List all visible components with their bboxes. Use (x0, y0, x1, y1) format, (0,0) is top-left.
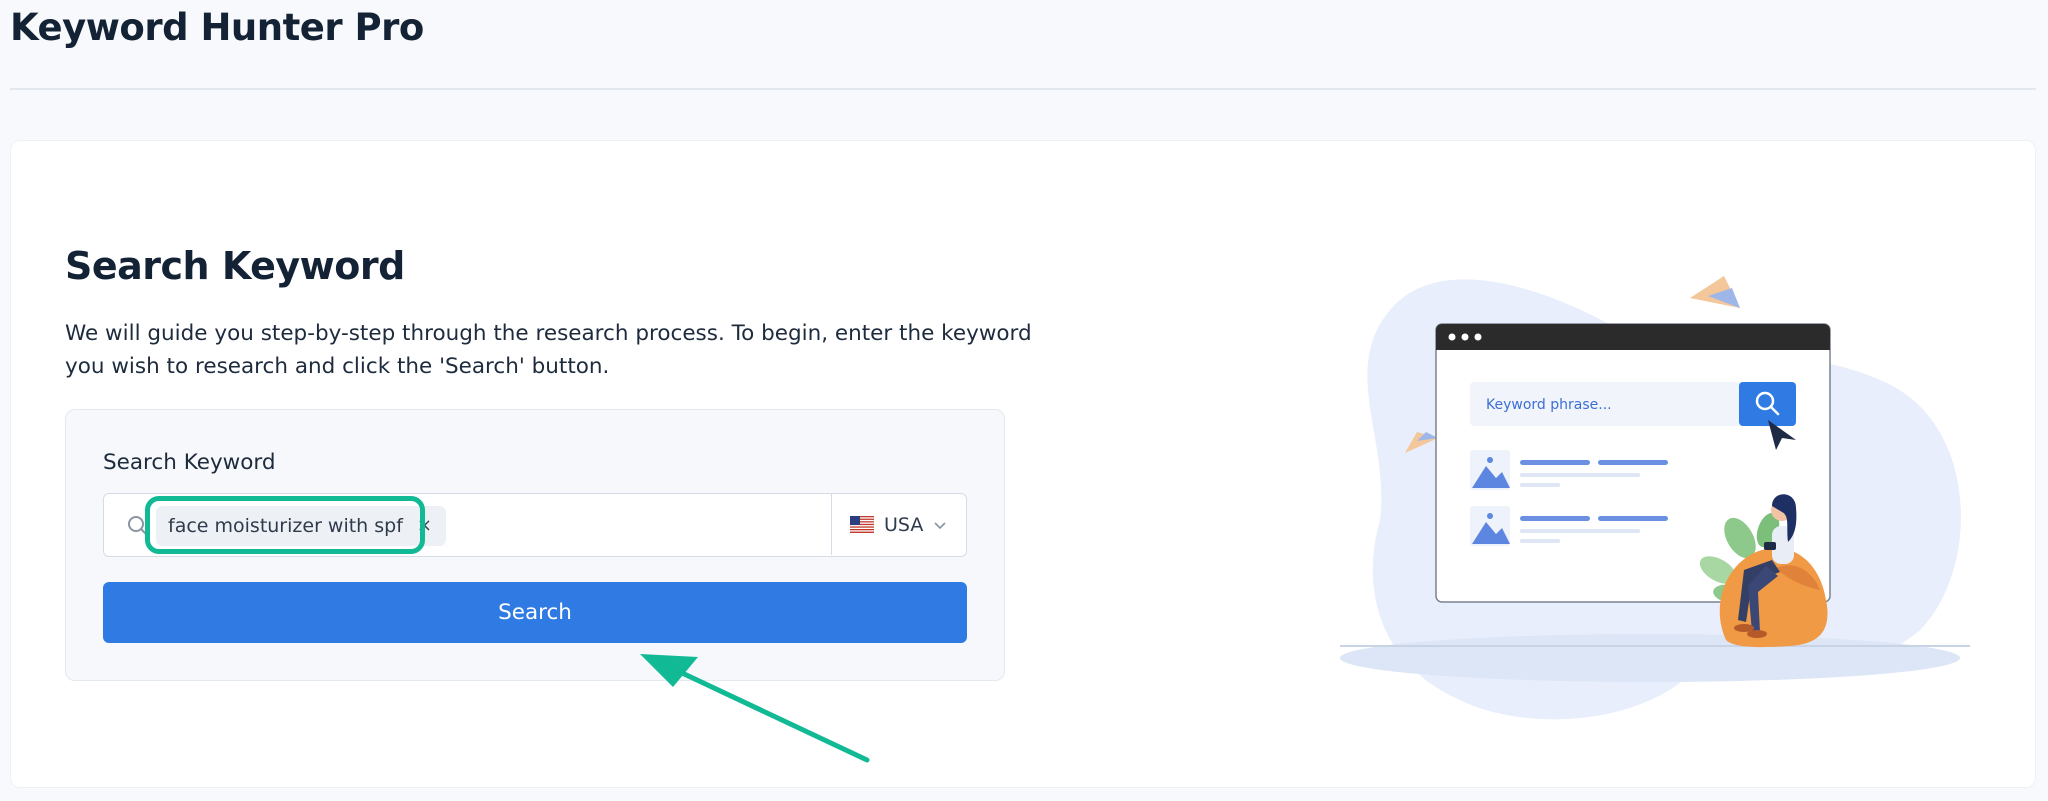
search-icon (128, 516, 148, 536)
chevron-down-icon (934, 521, 946, 529)
illustration-search-placeholder: Keyword phrase... (1486, 397, 1612, 413)
keyword-input[interactable]: face moisturizer with spf × USA (103, 493, 967, 557)
header-divider (10, 88, 2036, 90)
keyword-tag-text: face moisturizer with spf (168, 515, 403, 537)
section-title: Search Keyword (65, 244, 405, 288)
keyword-tag: face moisturizer with spf × (156, 506, 447, 546)
ground-shadow (1340, 634, 1960, 682)
pointer-arrow-annotation (640, 654, 870, 763)
tag-remove-icon[interactable]: × (417, 517, 432, 535)
illustration-search-button (1739, 382, 1796, 426)
search-illustration: Keyword phrase... (1340, 276, 1970, 720)
us-flag-icon (850, 516, 874, 533)
browser-titlebar (1436, 324, 1830, 350)
paper-plane-icon (1690, 276, 1740, 308)
search-button[interactable]: Search (103, 582, 967, 643)
country-value: USA (884, 513, 924, 536)
intro-text: We will guide you step-by-step through t… (65, 321, 1032, 379)
app-title: Keyword Hunter Pro (10, 6, 424, 49)
search-keyword-label: Search Keyword (103, 450, 276, 475)
country-select[interactable]: USA (831, 494, 966, 555)
